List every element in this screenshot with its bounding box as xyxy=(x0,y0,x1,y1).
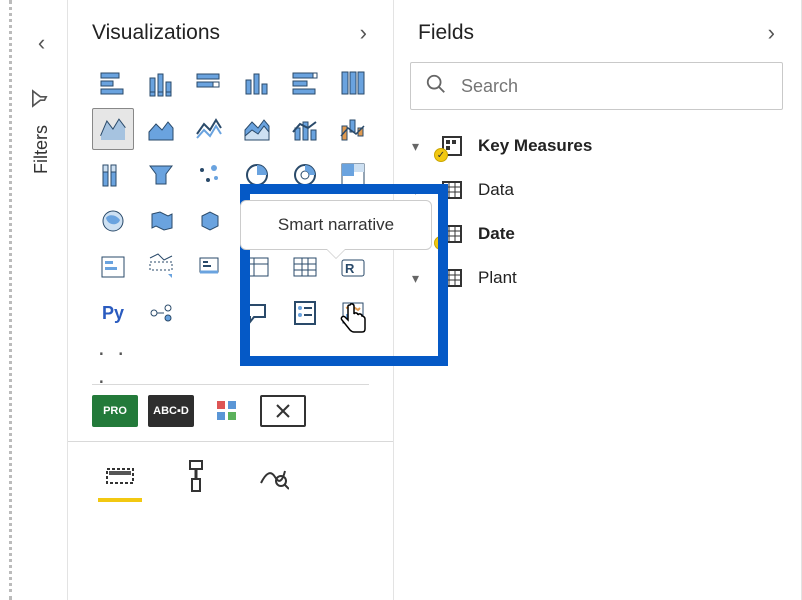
table-icon xyxy=(438,264,466,292)
viz-line-stacked-icon[interactable] xyxy=(236,108,278,150)
viz-donut-chart-icon[interactable] xyxy=(236,154,278,196)
viz-area-chart-icon[interactable] xyxy=(92,108,134,150)
visualizations-panel: Visualizations › 123 xyxy=(68,0,394,600)
viz-stacked-column-100-icon[interactable] xyxy=(284,62,326,104)
field-label: Date xyxy=(478,224,515,244)
viz-gauge-icon[interactable] xyxy=(188,200,230,242)
viz-clustered-bar-icon[interactable] xyxy=(140,62,182,104)
measures-icon: ✓ xyxy=(438,132,466,160)
search-icon xyxy=(425,73,447,100)
field-label: Key Measures xyxy=(478,136,592,156)
abc-badge-icon[interactable]: ABC▪D xyxy=(148,395,194,427)
viz-waterfall-icon[interactable] xyxy=(332,108,374,150)
chevron-down-icon: ▾ xyxy=(412,182,426,199)
chevron-down-icon: ▾ xyxy=(412,138,426,155)
filters-label: Filters xyxy=(31,125,52,174)
visualizations-collapse-chevron[interactable]: › xyxy=(354,18,373,48)
viz-extras-row: PRO ABC▪D xyxy=(68,395,393,427)
viz-table-icon[interactable] xyxy=(140,246,182,288)
fields-list: ▾ ✓ Key Measures ▾ Data ▾ ✓ Date ▾ xyxy=(394,124,801,300)
canvas-edge xyxy=(0,0,12,600)
table-icon xyxy=(438,176,466,204)
viz-footer-tabs xyxy=(68,441,393,498)
viz-python-text-icon[interactable]: Py xyxy=(92,292,134,334)
field-item-date[interactable]: ▾ ✓ Date xyxy=(406,212,789,256)
table-icon: ✓ xyxy=(438,220,466,248)
divider xyxy=(92,384,369,385)
fields-search[interactable] xyxy=(410,62,783,110)
filters-collapse-chevron[interactable]: ‹ xyxy=(16,24,67,62)
viz-funnel-icon[interactable] xyxy=(92,154,134,196)
field-item-plant[interactable]: ▾ Plant xyxy=(406,256,789,300)
filters-rail: ‹ Filters xyxy=(16,0,68,600)
viz-qa2-icon[interactable] xyxy=(188,292,230,334)
x-chip-icon[interactable] xyxy=(260,395,306,427)
viz-line-clustered-icon[interactable] xyxy=(188,108,230,150)
smart-narrative-tooltip: Smart narrative xyxy=(240,200,432,250)
viz-clustered-column-icon[interactable] xyxy=(236,62,278,104)
pro-badge-icon[interactable]: PRO xyxy=(92,395,138,427)
viz-more-ellipsis[interactable]: . . . xyxy=(68,334,128,364)
viz-qa-icon[interactable] xyxy=(140,292,182,334)
search-input[interactable] xyxy=(459,63,768,109)
tooltip-text: Smart narrative xyxy=(278,215,394,235)
fields-title: Fields xyxy=(418,21,474,45)
field-item-data[interactable]: ▾ Data xyxy=(406,168,789,212)
tab-format-icon[interactable] xyxy=(174,454,218,498)
field-label: Data xyxy=(478,180,514,200)
visualizations-header: Visualizations › xyxy=(68,0,393,62)
viz-line-chart-icon[interactable] xyxy=(332,62,374,104)
fields-collapse-chevron[interactable]: › xyxy=(762,18,781,48)
tab-fields-icon[interactable] xyxy=(98,454,142,498)
fields-panel: Fields › ▾ ✓ Key Measures ▾ Data ▾ ✓ xyxy=(394,0,802,600)
tab-analytics-icon[interactable] xyxy=(250,454,294,498)
svg-text:R: R xyxy=(345,261,355,276)
viz-filled-map-icon[interactable] xyxy=(92,200,134,242)
viz-slicer-icon[interactable] xyxy=(92,246,134,288)
visualizations-grid: 123 R Py xyxy=(68,62,393,334)
field-item-key-measures[interactable]: ▾ ✓ Key Measures xyxy=(406,124,789,168)
viz-stacked-area-icon[interactable] xyxy=(140,108,182,150)
viz-stacked-column-icon[interactable] xyxy=(188,62,230,104)
viz-r-visual-icon[interactable] xyxy=(236,246,278,288)
visualizations-title: Visualizations xyxy=(92,21,220,45)
viz-shape-map-icon[interactable] xyxy=(140,200,182,242)
viz-stacked-bar-icon[interactable] xyxy=(92,62,134,104)
grid-chip-icon[interactable] xyxy=(204,395,250,427)
viz-paginated-icon[interactable] xyxy=(332,292,374,334)
viz-smart-narrative-icon[interactable] xyxy=(284,292,326,334)
chevron-down-icon: ▾ xyxy=(412,270,426,287)
viz-map-icon[interactable] xyxy=(332,154,374,196)
field-label: Plant xyxy=(478,268,517,288)
viz-scatter-icon[interactable] xyxy=(140,154,182,196)
viz-python-icon[interactable] xyxy=(284,246,326,288)
viz-matrix-icon[interactable] xyxy=(188,246,230,288)
fields-header: Fields › xyxy=(394,0,801,62)
viz-pie-chart-icon[interactable] xyxy=(188,154,230,196)
viz-decomposition-icon[interactable] xyxy=(236,292,278,334)
viz-ribbon-chart-icon[interactable] xyxy=(284,108,326,150)
viz-treemap-icon[interactable] xyxy=(284,154,326,196)
filter-icon xyxy=(29,89,54,109)
